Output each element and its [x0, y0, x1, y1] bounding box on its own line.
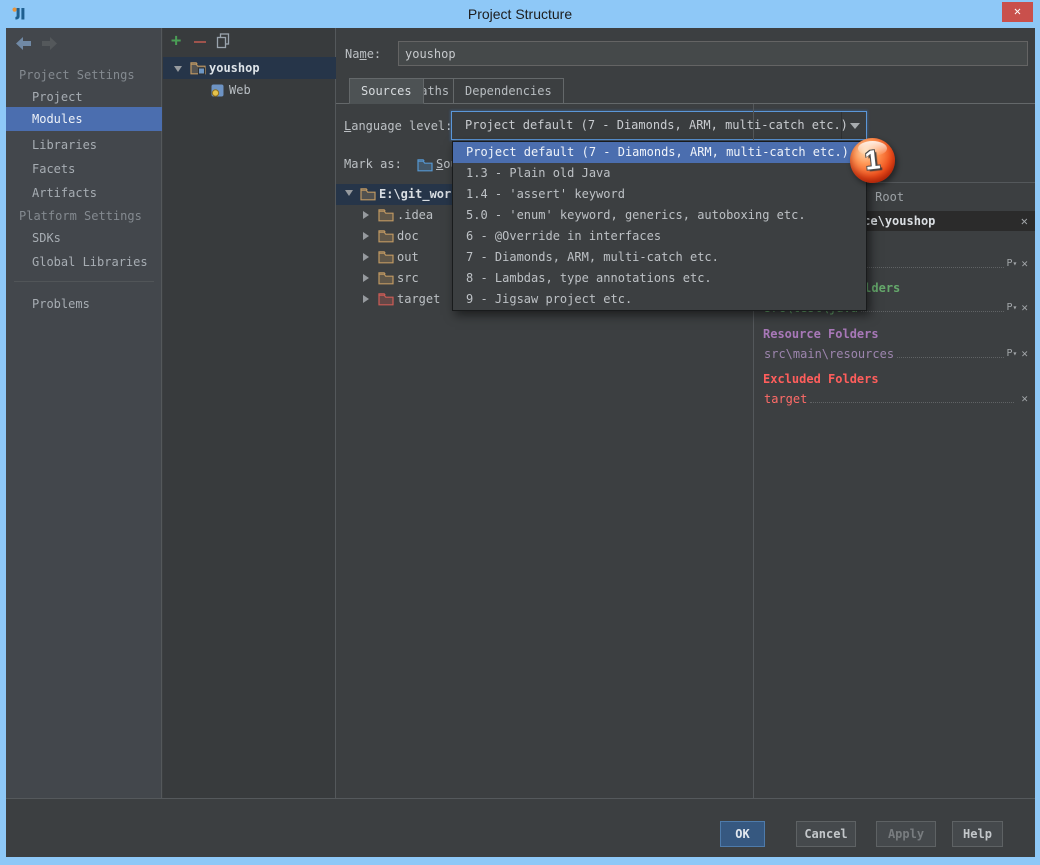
- expand-icon[interactable]: [363, 253, 369, 261]
- remove-folder-icon[interactable]: ✕: [1021, 392, 1028, 406]
- dropdown-option-6[interactable]: 6 - @Override in interfaces: [453, 226, 866, 247]
- properties-icon[interactable]: P▾: [1007, 257, 1018, 271]
- sidebar-item-problems[interactable]: Problems: [6, 293, 162, 315]
- apply-button[interactable]: Apply: [876, 821, 936, 847]
- sidebar-item-global-libraries[interactable]: Global Libraries: [6, 251, 162, 273]
- project-structure-dialog: Project Structure ✕ Project Settings Pro…: [0, 0, 1040, 865]
- resource-folders-title: Resource Folders: [763, 327, 879, 341]
- expand-icon[interactable]: [363, 232, 369, 240]
- help-button[interactable]: Help: [952, 821, 1003, 847]
- sidebar-item-project[interactable]: Project: [6, 86, 162, 108]
- folder-icon: [378, 229, 394, 243]
- language-level-combobox[interactable]: Project default (7 - Diamonds, ARM, mult…: [451, 111, 867, 140]
- expand-icon[interactable]: [363, 274, 369, 282]
- sidebar-separator: [14, 281, 154, 282]
- dropdown-option-1-3[interactable]: 1.3 - Plain old Java: [453, 163, 866, 184]
- step-badge: 1: [850, 138, 895, 183]
- language-level-dropdown-list: Project default (7 - Diamonds, ARM, mult…: [452, 141, 867, 311]
- folder-name: target: [397, 289, 440, 310]
- sidebar: Project Settings Project Modules Librari…: [6, 28, 162, 798]
- dropdown-option-project-default[interactable]: Project default (7 - Diamonds, ARM, mult…: [453, 142, 866, 163]
- copy-module-icon[interactable]: [216, 33, 231, 49]
- remove-folder-icon[interactable]: ✕: [1021, 347, 1028, 361]
- step-badge-number: 1: [849, 143, 897, 179]
- module-icon: [190, 61, 206, 75]
- folder-path: target: [764, 392, 807, 406]
- window-title: Project Structure: [0, 6, 1040, 22]
- folder-name: doc: [397, 226, 419, 247]
- expand-icon[interactable]: [363, 295, 369, 303]
- tab-dependencies[interactable]: Dependencies: [453, 78, 564, 104]
- sources-folder-icon[interactable]: [417, 158, 433, 172]
- module-tree-panel: + youshop Web: [163, 28, 336, 798]
- resource-folder-row[interactable]: src\main\resources P▾ ✕: [764, 345, 1028, 361]
- folder-name: .idea: [397, 205, 433, 226]
- language-level-label: Language level:: [344, 119, 452, 133]
- sidebar-item-facets[interactable]: Facets: [6, 158, 162, 180]
- dialog-content: Project Settings Project Modules Librari…: [6, 28, 1035, 857]
- facet-name: Web: [229, 79, 251, 101]
- remove-folder-icon[interactable]: ✕: [1021, 257, 1028, 271]
- web-facet-icon: [210, 83, 225, 98]
- sidebar-item-libraries[interactable]: Libraries: [6, 134, 162, 156]
- folder-icon: [360, 187, 376, 201]
- collapse-icon[interactable]: [345, 190, 353, 196]
- folder-name: src: [397, 268, 419, 289]
- dropdown-option-8[interactable]: 8 - Lambdas, type annotations etc.: [453, 268, 866, 289]
- sidebar-item-artifacts[interactable]: Artifacts: [6, 182, 162, 204]
- sidebar-item-modules[interactable]: Modules: [6, 107, 162, 131]
- cancel-button[interactable]: Cancel: [796, 821, 856, 847]
- folder-path: src\main\resources: [764, 347, 894, 361]
- chevron-down-icon[interactable]: [841, 112, 866, 139]
- properties-icon[interactable]: P▾: [1007, 347, 1018, 361]
- collapse-icon[interactable]: [174, 66, 182, 72]
- name-label: Name:: [345, 47, 381, 61]
- footer-bar: OK Cancel Apply Help: [6, 798, 1035, 857]
- dotted-leader: [810, 402, 1014, 403]
- dropdown-option-9[interactable]: 9 - Jigsaw project etc.: [453, 289, 866, 310]
- remove-folder-icon[interactable]: ✕: [1021, 301, 1028, 315]
- close-icon: ✕: [1014, 4, 1021, 18]
- combobox-value: Project default (7 - Diamonds, ARM, mult…: [465, 112, 848, 139]
- excluded-folder-icon: [378, 292, 394, 306]
- dotted-leader: [897, 357, 1003, 358]
- ok-button[interactable]: OK: [720, 821, 765, 847]
- tab-sources[interactable]: Sources: [349, 78, 424, 104]
- back-arrow-icon[interactable]: [16, 37, 31, 50]
- remove-module-button[interactable]: [194, 41, 206, 43]
- expand-icon[interactable]: [363, 211, 369, 219]
- dotted-leader: [861, 267, 1004, 268]
- forward-arrow-icon[interactable]: [42, 37, 57, 50]
- folder-icon: [378, 271, 394, 285]
- sidebar-header-platform-settings: Platform Settings: [6, 205, 162, 227]
- properties-icon[interactable]: P▾: [1007, 301, 1018, 315]
- facet-row-web[interactable]: Web: [163, 79, 336, 101]
- mark-as-label: Mark as:: [344, 157, 402, 171]
- module-name-input[interactable]: [398, 41, 1028, 66]
- remove-content-root-icon[interactable]: ✕: [1021, 211, 1028, 231]
- dropdown-option-7[interactable]: 7 - Diamonds, ARM, multi-catch etc.: [453, 247, 866, 268]
- folder-icon: [378, 250, 394, 264]
- folder-icon: [378, 208, 394, 222]
- dotted-leader: [861, 311, 1004, 312]
- tab-bar-divider: [336, 103, 1035, 104]
- excluded-folder-row[interactable]: target ✕: [764, 390, 1028, 406]
- excluded-folders-title: Excluded Folders: [763, 372, 879, 386]
- folder-name: out: [397, 247, 419, 268]
- module-row-youshop[interactable]: youshop: [163, 57, 336, 79]
- dropdown-option-5-0[interactable]: 5.0 - 'enum' keyword, generics, autoboxi…: [453, 205, 866, 226]
- module-name: youshop: [209, 57, 260, 79]
- close-button[interactable]: ✕: [1002, 2, 1033, 22]
- add-module-button[interactable]: +: [171, 31, 181, 51]
- dropdown-option-1-4[interactable]: 1.4 - 'assert' keyword: [453, 184, 866, 205]
- sidebar-header-project-settings: Project Settings: [6, 64, 162, 86]
- sidebar-item-sdks[interactable]: SDKs: [6, 227, 162, 249]
